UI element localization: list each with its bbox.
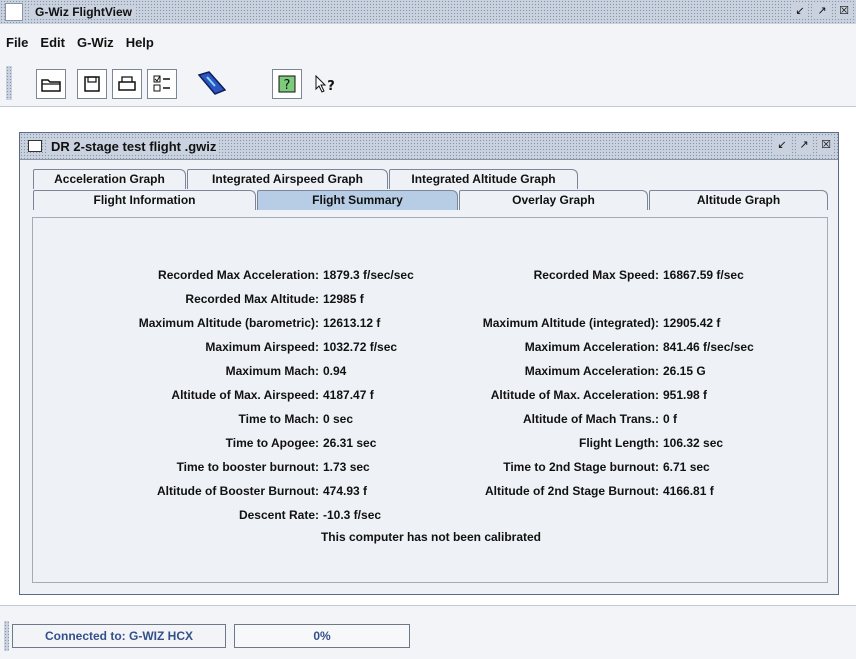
summary-value: 474.93 f — [323, 484, 368, 498]
summary-label: Recorded Max Acceleration: — [158, 268, 319, 282]
restore-icon[interactable]: ↙ — [792, 3, 808, 19]
summary-label: Recorded Max Speed: — [533, 268, 659, 282]
summary-value: 1879.3 f/sec/sec — [323, 268, 414, 282]
summary-value: 16867.59 f/sec — [663, 268, 744, 282]
summary-label: Maximum Altitude (barometric): — [138, 316, 319, 330]
menu-gwiz[interactable]: G-Wiz — [71, 35, 120, 50]
svg-text:?: ? — [284, 78, 291, 93]
summary-row: Altitude of Max. Airspeed: 4187.47 f Alt… — [33, 386, 829, 404]
tab-overlay-graph[interactable]: Overlay Graph — [459, 190, 648, 210]
summary-value: -10.3 f/sec — [323, 508, 382, 522]
summary-label: Recorded Max Altitude: — [185, 292, 319, 306]
menu-file[interactable]: File — [0, 35, 34, 50]
statusbar-grip — [4, 621, 9, 651]
window-titlebar[interactable]: G-Wiz FlightView ↙ ↗ ☒ — [0, 0, 856, 25]
close-icon[interactable]: ☒ — [836, 3, 852, 19]
summary-label: Maximum Mach: — [225, 364, 319, 378]
summary-label: Altitude of Mach Trans.: — [522, 412, 659, 426]
connection-status: Connected to: G-WIZ HCX — [12, 624, 226, 648]
summary-value: 0 f — [663, 412, 678, 426]
summary-label: Maximum Acceleration: — [524, 364, 659, 378]
calibration-note: This computer has not been calibrated — [320, 530, 542, 544]
summary-label: Altitude of Booster Burnout: — [157, 484, 319, 498]
summary-value: 0.94 — [323, 364, 347, 378]
summary-value: 4187.47 f — [323, 388, 374, 402]
summary-label: Time to Mach: — [238, 412, 319, 426]
document-frame: DR 2-stage test flight .gwiz ↙ ↗ ☒ Accel… — [19, 132, 839, 595]
tab-flight-summary[interactable]: Flight Summary — [257, 190, 458, 210]
save-icon[interactable] — [77, 69, 107, 99]
summary-row: Altitude of Booster Burnout: 474.93 f Al… — [33, 482, 829, 500]
menu-bar: File Edit G-Wiz Help — [0, 24, 856, 60]
maximize-icon[interactable]: ↗ — [796, 137, 812, 153]
device-icon[interactable] — [191, 69, 231, 99]
summary-value: 106.32 sec — [663, 436, 724, 450]
summary-row: Maximum Mach: 0.94 Maximum Acceleration:… — [33, 362, 829, 380]
document-titlebar[interactable]: DR 2-stage test flight .gwiz ↙ ↗ ☒ — [20, 133, 838, 160]
summary-value: 12613.12 f — [323, 316, 381, 330]
summary-row: Maximum Airspeed: 1032.72 f/sec Maximum … — [33, 338, 829, 356]
menu-help[interactable]: Help — [120, 35, 160, 50]
document-icon — [28, 140, 42, 152]
summary-value: 1.73 sec — [323, 460, 370, 474]
summary-value: 841.46 f/sec/sec — [663, 340, 754, 354]
summary-row: Recorded Max Acceleration: 1879.3 f/sec/… — [33, 266, 829, 284]
summary-value: 12985 f — [323, 292, 364, 306]
toolbar-grip[interactable] — [6, 66, 12, 100]
progress-text: 0% — [313, 629, 331, 643]
tab-integrated-airspeed-graph[interactable]: Integrated Airspeed Graph — [187, 169, 388, 189]
status-bar: Connected to: G-WIZ HCX 0% — [0, 605, 856, 659]
tab-altitude-graph[interactable]: Altitude Graph — [649, 190, 828, 210]
summary-value: 26.15 G — [663, 364, 706, 378]
close-icon[interactable]: ☒ — [818, 137, 834, 153]
tab-integrated-altitude-graph[interactable]: Integrated Altitude Graph — [389, 169, 578, 189]
summary-label: Altitude of 2nd Stage Burnout: — [485, 484, 659, 498]
window-title: G-Wiz FlightView — [31, 5, 137, 19]
summary-label: Maximum Altitude (integrated): — [482, 316, 659, 330]
summary-value: 951.98 f — [663, 388, 708, 402]
menu-edit[interactable]: Edit — [34, 35, 71, 50]
context-help-icon[interactable]: ? — [310, 69, 340, 99]
summary-row: Descent Rate: -10.3 f/sec — [33, 506, 829, 524]
tab-acceleration-graph[interactable]: Acceleration Graph — [33, 169, 186, 189]
summary-row: Recorded Max Altitude: 12985 f — [33, 290, 829, 308]
open-icon[interactable] — [36, 69, 66, 99]
app-icon — [5, 3, 23, 21]
progress-bar: 0% — [234, 624, 410, 648]
summary-value: 26.31 sec — [323, 436, 377, 450]
restore-icon[interactable]: ↙ — [774, 137, 790, 153]
summary-label: Time to Apogee: — [225, 436, 319, 450]
help-icon[interactable]: ? — [272, 69, 302, 99]
summary-row: Time to booster burnout: 1.73 sec Time t… — [33, 458, 829, 476]
maximize-icon[interactable]: ↗ — [814, 3, 830, 19]
summary-label: Maximum Acceleration: — [524, 340, 659, 354]
summary-label: Time to 2nd Stage burnout: — [503, 460, 659, 474]
summary-label: Altitude of Max. Airspeed: — [171, 388, 319, 402]
summary-row: Time to Mach: 0 sec Altitude of Mach Tra… — [33, 410, 829, 428]
summary-label: Maximum Airspeed: — [205, 340, 319, 354]
summary-value: 1032.72 f/sec — [323, 340, 398, 354]
summary-value: 6.71 sec — [663, 460, 710, 474]
summary-row: Maximum Altitude (barometric): 12613.12 … — [33, 314, 829, 332]
toolbar: ? ? — [0, 60, 856, 107]
summary-value: 4166.81 f — [663, 484, 714, 498]
summary-label: Flight Length: — [579, 436, 659, 450]
document-title: DR 2-stage test flight .gwiz — [48, 138, 220, 154]
summary-value: 0 sec — [323, 412, 354, 426]
summary-label: Time to booster burnout: — [176, 460, 319, 474]
checklist-icon[interactable] — [147, 69, 177, 99]
summary-value: 12905.42 f — [663, 316, 721, 330]
svg-text:?: ? — [327, 79, 335, 94]
summary-label: Descent Rate: — [238, 508, 319, 522]
tab-flight-information[interactable]: Flight Information — [33, 190, 256, 210]
print-icon[interactable] — [112, 69, 142, 99]
summary-label: Altitude of Max. Acceleration: — [490, 388, 659, 402]
flight-summary-panel: Recorded Max Acceleration: 1879.3 f/sec/… — [32, 217, 828, 583]
summary-row: Time to Apogee: 26.31 sec Flight Length:… — [33, 434, 829, 452]
